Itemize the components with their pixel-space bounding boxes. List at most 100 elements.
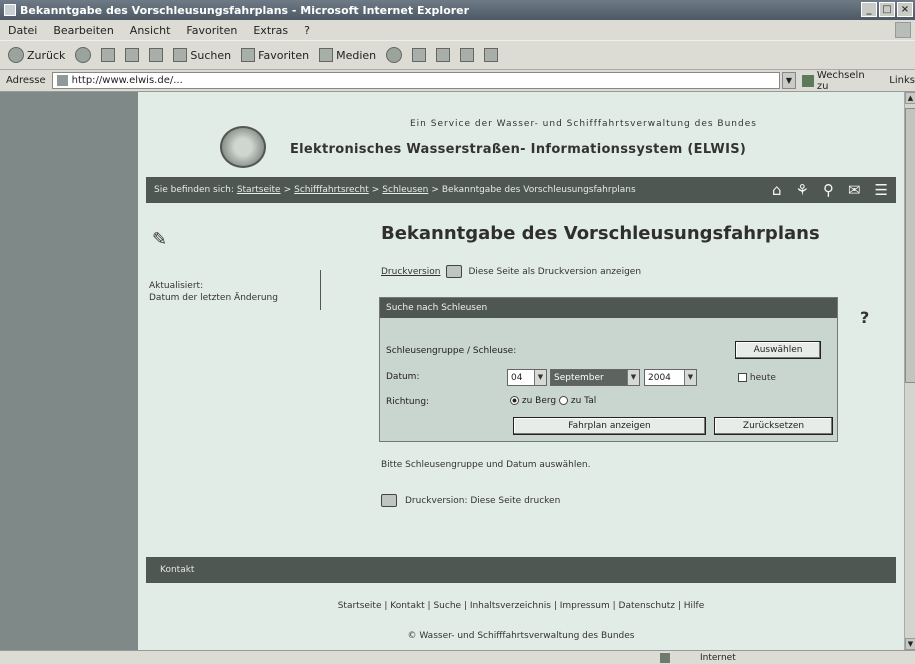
menu-edit[interactable]: Bearbeiten <box>53 24 113 37</box>
toolbar: Zurück Suchen Favoriten Medien <box>0 40 915 70</box>
menu-icon[interactable]: ☰ <box>875 181 888 199</box>
menu-view[interactable]: Ansicht <box>130 24 171 37</box>
go-button[interactable]: Wechseln zu <box>801 70 879 92</box>
history-button[interactable] <box>386 47 403 63</box>
printer-icon[interactable] <box>381 494 397 507</box>
chevron-down-icon: ▼ <box>684 370 696 385</box>
edit-icon <box>460 48 475 62</box>
discuss-button[interactable] <box>484 48 499 62</box>
refresh-button[interactable] <box>125 48 140 62</box>
menubar: Datei Bearbeiten Ansicht Favoriten Extra… <box>0 20 915 40</box>
breadcrumb-link[interactable]: Schleusen <box>382 185 428 195</box>
sitemap-icon[interactable]: ⚘ <box>796 181 809 199</box>
discuss-icon <box>484 48 499 62</box>
footer-bar: Kontakt <box>146 557 896 583</box>
day-select[interactable]: 04 ▼ <box>507 369 547 386</box>
maximize-button[interactable]: □ <box>879 2 895 17</box>
windows-logo-icon <box>895 22 911 38</box>
print-button[interactable] <box>436 48 451 62</box>
lock-label: Schleusengruppe / Schleuse: <box>386 346 517 356</box>
mail-icon[interactable]: ✉ <box>848 181 861 199</box>
media-icon <box>319 48 334 62</box>
edit-button[interactable] <box>460 48 475 62</box>
breadcrumb: Sie befinden sich: Startseite > Schifffah… <box>146 177 896 203</box>
vertical-scrollbar[interactable]: ▲ ▼ <box>904 92 915 650</box>
site-title: Elektronisches Wasserstraßen- Informatio… <box>290 142 747 157</box>
left-navigation <box>0 92 138 650</box>
menu-help[interactable]: ? <box>304 24 310 37</box>
sidebar-info: Aktualisiert: Datum der letzten Änderung <box>149 281 278 303</box>
globe-icon <box>660 652 670 663</box>
mail-icon <box>412 48 427 62</box>
date-label: Datum: <box>386 372 420 382</box>
go-arrow-icon <box>801 74 814 87</box>
star-icon <box>241 48 256 62</box>
page-icon <box>56 75 68 86</box>
menu-tools[interactable]: Extras <box>253 24 288 37</box>
search-icon[interactable]: ⚲ <box>823 181 834 199</box>
choose-lock-button[interactable]: Auswählen <box>735 341 821 359</box>
footer-note: © Wasser- und Schifffahrtsverwaltung des… <box>407 631 635 641</box>
help-icon[interactable]: ? <box>860 308 869 327</box>
status-bar: Internet <box>0 650 915 664</box>
checkbox[interactable] <box>738 373 747 382</box>
month-select[interactable]: September ▼ <box>550 369 640 386</box>
radio-up[interactable] <box>510 396 519 405</box>
forward-arrow-icon <box>75 47 92 63</box>
home-icon[interactable]: ⌂ <box>772 181 782 199</box>
chevron-down-icon: ▼ <box>627 370 639 385</box>
breadcrumb-prefix: Sie befinden sich: <box>154 185 234 195</box>
printer-icon[interactable] <box>446 265 463 278</box>
links-button[interactable]: Links <box>889 75 915 86</box>
window-titlebar: Bekanntgabe des Vorschleusungsfahrplans … <box>0 0 915 20</box>
internet-zone-label: Internet <box>700 652 736 663</box>
vertical-divider <box>320 270 321 310</box>
info-note: Bitte Schleusengruppe und Datum auswähle… <box>381 460 591 470</box>
home-icon <box>149 48 164 62</box>
address-label: Adresse <box>6 75 46 86</box>
print-line: Druckversion: Diese Seite drucken <box>381 494 560 507</box>
close-button[interactable]: × <box>897 2 913 17</box>
favorites-button[interactable]: Favoriten <box>241 48 309 62</box>
scroll-thumb[interactable] <box>905 108 915 383</box>
back-arrow-icon <box>8 47 24 63</box>
breadcrumb-link[interactable]: Schifffahrtsrecht <box>294 185 369 195</box>
breadcrumb-current: Bekanntgabe des Vorschleusungsfahrplans <box>441 185 636 195</box>
mail-button[interactable] <box>412 48 427 62</box>
history-icon <box>386 47 403 63</box>
year-select[interactable]: 2004 ▼ <box>644 369 697 386</box>
printer-icon <box>436 48 451 62</box>
back-button[interactable]: Zurück <box>8 47 65 63</box>
page-title: Bekanntgabe des Vorschleusungsfahrplans <box>381 223 820 244</box>
address-input[interactable]: http://www.elwis.de/... <box>51 72 780 89</box>
today-checkbox[interactable]: heute <box>738 373 776 383</box>
pencil-icon: ✎ <box>152 229 168 250</box>
home-button[interactable] <box>149 48 164 62</box>
header-icons: ⌂ ⚘ ⚲ ✉ ☰ <box>772 181 888 199</box>
menu-file[interactable]: Datei <box>8 24 37 37</box>
window-controls: _ □ × <box>861 2 913 17</box>
media-button[interactable]: Medien <box>319 48 376 62</box>
search-button[interactable]: Suchen <box>173 48 231 62</box>
minimize-button[interactable]: _ <box>861 2 877 17</box>
chevron-down-icon: ▼ <box>534 370 546 385</box>
radio-down[interactable] <box>559 396 569 405</box>
footer-links[interactable]: Startseite | Kontakt | Suche | Inhaltsve… <box>146 601 896 611</box>
reset-button[interactable]: Zurücksetzen <box>714 417 833 435</box>
scroll-up-arrow-icon[interactable]: ▲ <box>905 92 915 104</box>
header-subtitle: Ein Service der Wasser- und Schifffahrts… <box>410 119 757 129</box>
print-link: Druckversion Diese Seite als Druckversio… <box>381 265 642 278</box>
refresh-icon <box>125 48 140 62</box>
breadcrumb-link[interactable]: Startseite <box>237 185 281 195</box>
stop-button[interactable] <box>101 48 116 62</box>
direction-label: Richtung: <box>386 397 430 407</box>
menu-favorites[interactable]: Favoriten <box>186 24 237 37</box>
address-dropdown-button[interactable]: ▼ <box>781 72 796 89</box>
direction-options: zu Berg zu Tal <box>510 396 596 406</box>
security-zone <box>660 652 670 663</box>
elwis-logo[interactable] <box>220 126 266 168</box>
forward-button[interactable] <box>75 47 92 63</box>
show-schedule-button[interactable]: Fahrplan anzeigen <box>513 417 706 435</box>
address-bar: Adresse http://www.elwis.de/... ▼ Wechse… <box>0 70 915 92</box>
scroll-down-arrow-icon[interactable]: ▼ <box>905 638 915 650</box>
